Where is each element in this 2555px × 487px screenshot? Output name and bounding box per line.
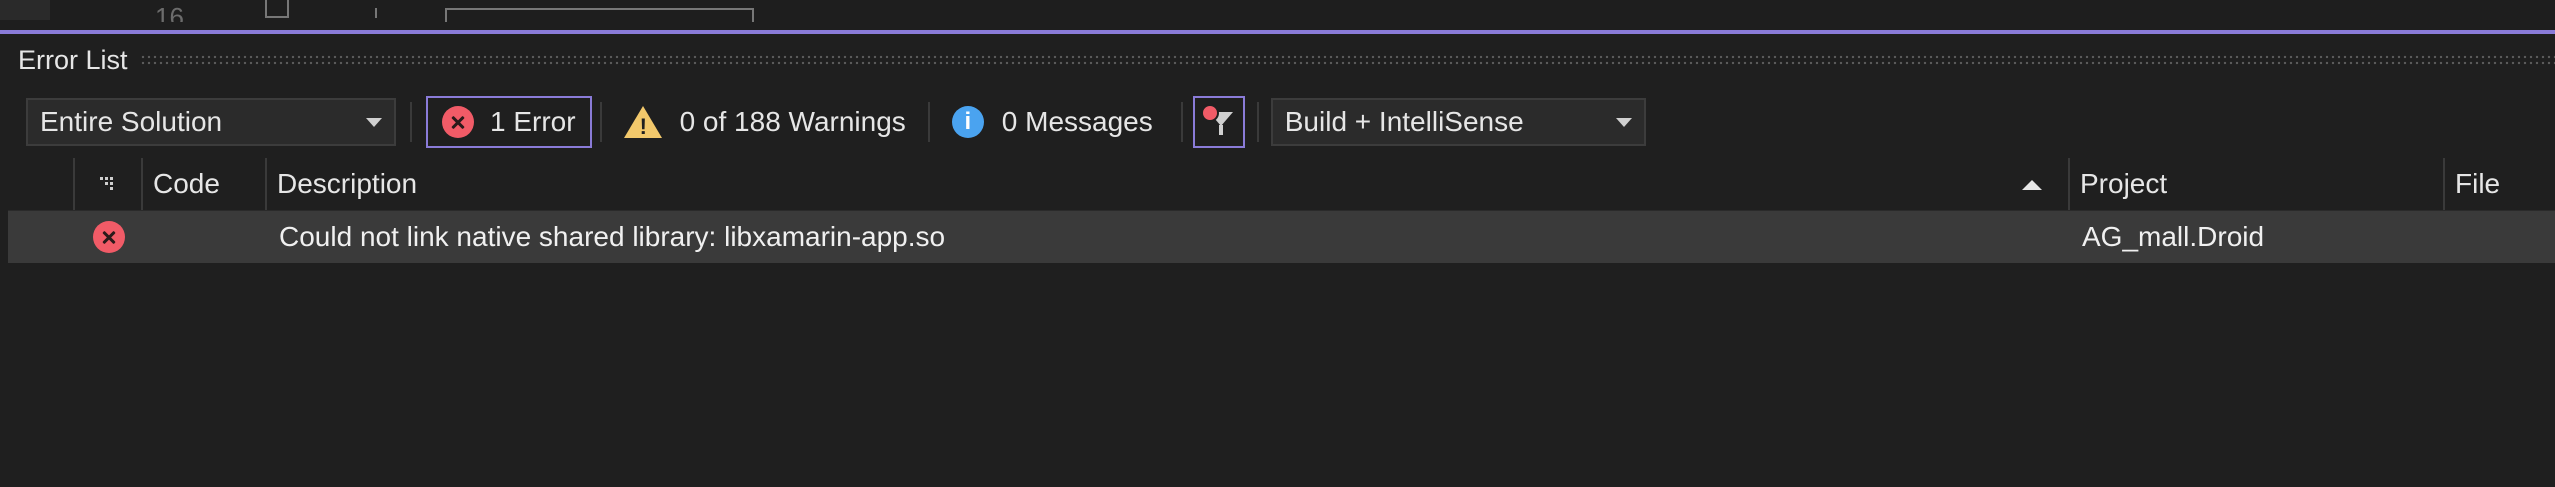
messages-filter-button[interactable]: i 0 Messages [938,96,1167,148]
editor-glyph [265,0,289,18]
error-icon [442,106,474,138]
column-header-file-label: File [2455,168,2501,199]
panel-titlebar[interactable]: Error List [8,34,2555,86]
toolbar-separator [599,102,602,142]
editor-glyph [375,8,377,18]
row-project: AG_mall.Droid [2082,221,2265,252]
panel-drag-grip[interactable] [139,54,2555,66]
source-dropdown[interactable]: Build + IntelliSense [1270,98,1646,146]
column-header-project-label: Project [2080,168,2168,199]
chevron-down-icon [366,118,382,127]
info-icon: i [951,106,984,138]
toolbar-separator [410,102,412,142]
toolbar-separator [1180,102,1183,142]
table-row[interactable]: Could not link native shared library: li… [8,211,2555,263]
column-header-description[interactable]: Description [267,158,2070,210]
column-header-spacer [8,158,75,210]
editor-strip: 16 [0,0,2555,30]
editor-line-number: 16 [155,4,184,22]
error-list-panel: Error List Entire Solution 1 Error ! 0 o… [8,34,2555,487]
row-spacer [8,211,75,263]
column-header-file[interactable]: File [2445,158,2555,210]
toolbar-separator [1256,102,1259,142]
toolbar-separator [927,102,930,142]
filter-funnel-icon [1218,125,1223,135]
filter-active-dot-icon [1200,104,1219,122]
errors-filter-label: 1 Error [490,106,576,137]
warnings-filter-button[interactable]: ! 0 of 188 Warnings [610,96,920,148]
warnings-filter-label: 0 of 188 Warnings [679,106,906,137]
error-grid-header: Code Description Project File [8,158,2555,211]
column-header-severity[interactable] [75,158,143,210]
row-code [143,211,267,263]
column-options-icon[interactable] [100,177,116,191]
filter-toggle-button[interactable] [1192,96,1245,148]
sort-ascending-icon [2022,180,2042,190]
messages-filter-label: 0 Messages [1001,106,1153,137]
source-dropdown-value: Build + IntelliSense [1284,106,1524,137]
chevron-down-icon [1615,118,1632,127]
editor-glyph [445,8,754,22]
column-header-description-label: Description [277,168,418,199]
column-header-code-label: Code [153,168,220,199]
row-description: Could not link native shared library: li… [279,221,946,252]
editor-gutter [0,0,50,20]
panel-title: Error List [18,44,128,75]
warning-icon: ! [623,106,662,139]
error-list-toolbar: Entire Solution 1 Error ! 0 of 188 Warni… [26,94,2555,150]
column-header-code[interactable]: Code [143,158,267,210]
errors-filter-button[interactable]: 1 Error [426,96,592,148]
column-header-project[interactable]: Project [2070,158,2445,210]
error-icon [93,221,125,253]
row-severity [75,211,143,263]
scope-dropdown[interactable]: Entire Solution [26,98,396,146]
scope-dropdown-value: Entire Solution [40,106,223,137]
